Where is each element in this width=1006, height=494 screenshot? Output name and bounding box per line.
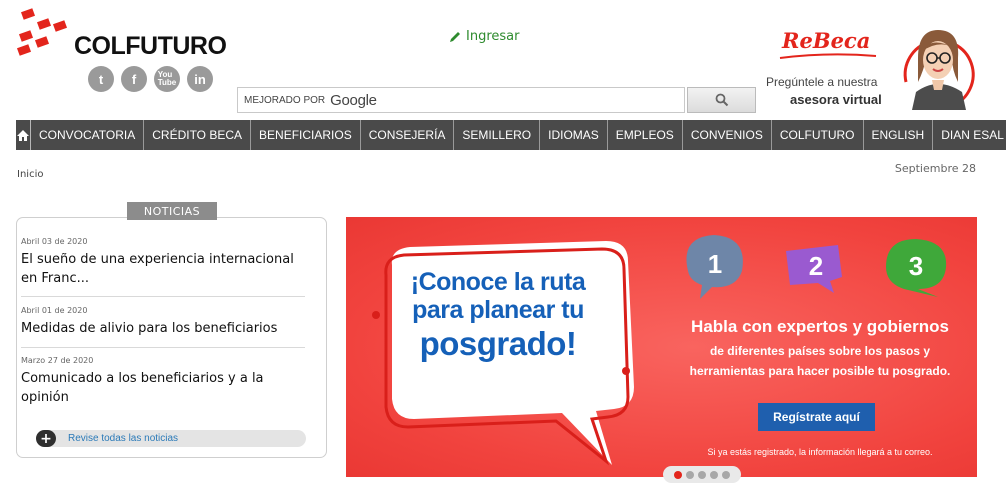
nav-item-semillero[interactable]: SEMILLERO (454, 120, 541, 150)
all-news-link[interactable]: + Revise todas las noticias (36, 430, 306, 447)
news-title[interactable]: Medidas de alivio para los beneficiarios (21, 319, 305, 338)
breadcrumb[interactable]: Inicio (17, 169, 43, 180)
bubble-line-1: ¡Conoce la ruta (410, 268, 586, 296)
nav-item-empleos[interactable]: EMPLEOS (607, 120, 683, 150)
news-tab: NOTICIAS (127, 202, 217, 220)
search-branding: MEJORADO POR Google (244, 92, 377, 109)
banner-heading: Habla con expertos y gobiernos (691, 317, 949, 336)
search-button[interactable] (687, 87, 756, 113)
news-item[interactable]: Abril 03 de 2020 El sueño de una experie… (21, 237, 305, 297)
bubble-heading: ¡Conoce la ruta para planear tu posgrado… (398, 268, 598, 364)
brand-name: COLFUTURO (74, 32, 227, 60)
bubble-line-2: para planear tu (412, 296, 584, 324)
home-nav-button[interactable] (16, 120, 31, 150)
rebeca-tagline-2: asesora virtual (790, 92, 882, 107)
nav-item-consejería[interactable]: CONSEJERÍA (360, 120, 455, 150)
nav-item-colfuturo[interactable]: COLFUTURO (771, 120, 864, 150)
colfuturo-logo[interactable]: COLFUTURO (14, 6, 244, 62)
twitter-icon[interactable]: t (88, 66, 114, 92)
banner-body: de diferentes países sobre los pasos y h… (689, 344, 951, 378)
nav-item-convenios[interactable]: CONVENIOS (682, 120, 772, 150)
social-links: t f You Tube in (88, 66, 213, 92)
steps-graphic: 1 2 3 (686, 235, 947, 299)
current-date: Septiembre 28 (894, 162, 976, 175)
news-date: Abril 03 de 2020 (21, 237, 88, 246)
rebeca-avatar (903, 30, 975, 110)
facebook-icon[interactable]: f (121, 66, 147, 92)
nav-item-english[interactable]: ENGLISH (863, 120, 934, 150)
carousel-dot[interactable] (698, 470, 706, 479)
carousel-dot[interactable] (686, 470, 694, 479)
page: COLFUTURO t f You Tube in Ingresar MEJORADO … (0, 0, 1006, 494)
carousel-dot[interactable] (722, 470, 730, 479)
search-input[interactable]: MEJORADO POR Google (237, 87, 685, 113)
banner-note: Si ya estás registrado, la información l… (707, 447, 933, 457)
search-icon (715, 93, 728, 107)
rebeca-tagline-1: Pregúntele a nuestra (766, 75, 878, 89)
news-item[interactable]: Marzo 27 de 2020 Comunicado a los benefi… (21, 356, 305, 416)
youtube-icon[interactable]: You Tube (154, 66, 180, 92)
all-news-label: Revise todas las noticias (68, 433, 179, 444)
home-icon (17, 129, 29, 141)
step-number: 1 (708, 249, 722, 279)
rebeca-name: ReBeca (782, 28, 871, 53)
nav-item-beneficiarios[interactable]: BENEFICIARIOS (251, 120, 361, 150)
search-prefix: MEJORADO POR (244, 94, 326, 106)
main-nav: CONVOCATORIA CRÉDITO BECA BENEFICIARIOS CON… (16, 120, 1006, 150)
step-number: 3 (909, 251, 923, 281)
news-title[interactable]: Comunicado a los beneficiarios y a la op… (21, 369, 305, 407)
nav-item-convocatoria[interactable]: CONVOCATORIA (31, 120, 145, 150)
login-label: Ingresar (466, 29, 520, 44)
nav-item-idiomas[interactable]: IDIOMAS (540, 120, 608, 150)
pencil-icon (450, 31, 460, 42)
logo-marks-icon (16, 8, 68, 56)
register-button[interactable]: Regístrate aquí (758, 403, 875, 431)
news-date: Marzo 27 de 2020 (21, 356, 94, 365)
news-item[interactable]: Abril 01 de 2020 Medidas de alivio para … (21, 306, 305, 348)
step-number: 2 (809, 251, 823, 281)
plus-icon: + (36, 430, 56, 447)
login-link[interactable]: Ingresar (448, 29, 519, 44)
carousel-dot[interactable] (710, 470, 718, 479)
rebeca-underline-icon (779, 53, 877, 59)
news-title[interactable]: El sueño de una experiencia internaciona… (21, 250, 305, 288)
bubble-line-3: posgrado! (419, 325, 577, 362)
rebeca-assistant[interactable]: ReBeca Pregúntele a nuestra asesora virt… (764, 22, 996, 112)
carousel-dots (663, 466, 741, 483)
nav-item-crédito-beca[interactable]: CRÉDITO BECA (144, 120, 252, 150)
linkedin-icon[interactable]: in (187, 66, 213, 92)
news-date: Abril 01 de 2020 (21, 306, 88, 315)
carousel-dot[interactable] (674, 470, 682, 479)
google-logo: Google (330, 91, 377, 109)
promo-banner[interactable]: ¡Conoce la ruta para planear tu posgrado… (346, 217, 977, 477)
nav-item-dian-esal[interactable]: DIAN ESAL (933, 120, 1006, 150)
